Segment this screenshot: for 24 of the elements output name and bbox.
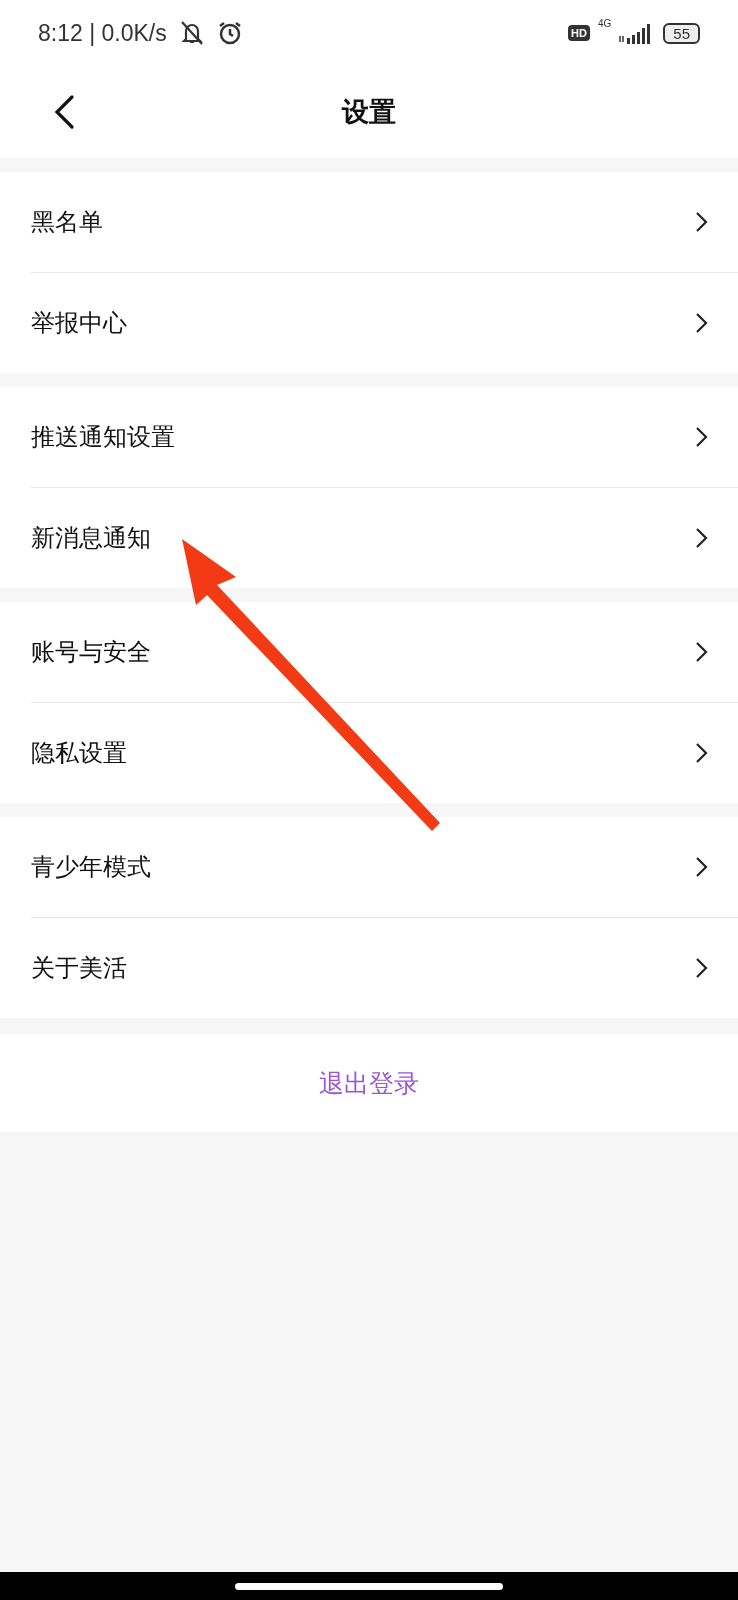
chevron-right-icon [694, 426, 708, 448]
chevron-right-icon [694, 957, 708, 979]
settings-item[interactable]: 黑名单 [31, 206, 103, 238]
chevron-right-icon [694, 742, 708, 764]
settings-item[interactable]: 隐私设置 [31, 737, 127, 769]
settings-item[interactable]: 推送通知设置 [31, 421, 175, 453]
page-title: 设置 [342, 95, 396, 129]
logout-button[interactable]: 退出登录 [0, 1034, 738, 1132]
settings-item[interactable]: 账号与安全 [31, 636, 151, 668]
chevron-right-icon [694, 641, 708, 663]
status-time: 8:12 | 0.0K/s [38, 19, 167, 47]
back-icon[interactable] [52, 94, 76, 130]
battery-level: 55 [663, 22, 700, 44]
hd-badge: HD [568, 25, 590, 41]
settings-item[interactable]: 新消息通知 [31, 522, 151, 554]
chevron-right-icon [694, 211, 708, 233]
chevron-right-icon [694, 856, 708, 878]
chevron-right-icon [694, 312, 708, 334]
settings-item[interactable]: 青少年模式 [31, 851, 151, 883]
chevron-right-icon [694, 527, 708, 549]
network-type: 4G [597, 18, 612, 29]
settings-item[interactable]: 举报中心 [31, 307, 127, 339]
home-indicator[interactable] [235, 1582, 503, 1590]
settings-item[interactable]: 关于美活 [31, 952, 127, 984]
